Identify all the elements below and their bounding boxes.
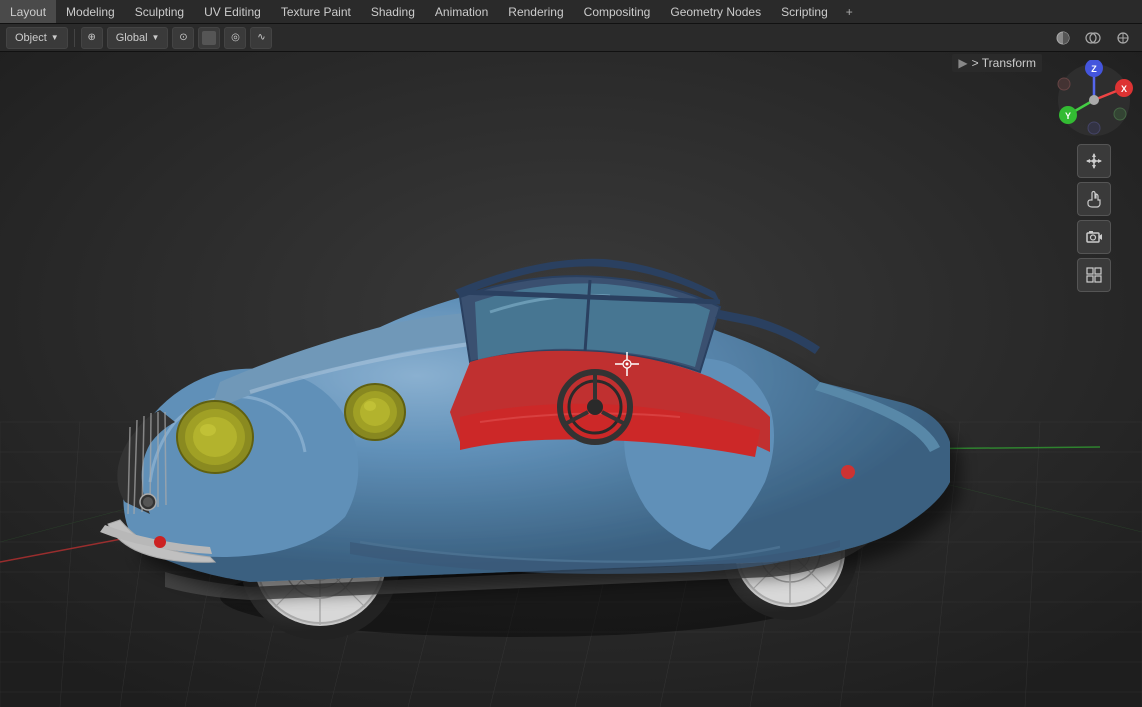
object-mode-selector[interactable]: Object ▼ xyxy=(6,27,68,49)
quad-view-button[interactable] xyxy=(1077,258,1111,292)
proportional-falloff[interactable]: ∿ xyxy=(250,27,272,49)
top-menu-bar: Layout Modeling Sculpting UV Editing Tex… xyxy=(0,0,1142,24)
camera-icon xyxy=(1085,228,1103,246)
magnet-icon: ⊙ xyxy=(179,32,187,43)
snap-options-icon xyxy=(202,31,216,45)
menu-item-shading[interactable]: Shading xyxy=(361,0,425,23)
svg-text:Y: Y xyxy=(1065,111,1071,121)
chevron-down-icon-2: ▼ xyxy=(152,33,160,42)
menu-item-sculpting[interactable]: Sculpting xyxy=(125,0,194,23)
transform-pivot-button[interactable]: ⊕ xyxy=(81,27,103,49)
3d-viewport[interactable]: ▶ > Transform Z X Y xyxy=(0,52,1142,707)
menu-item-texture-paint[interactable]: Texture Paint xyxy=(271,0,361,23)
camera-tool-button[interactable] xyxy=(1077,220,1111,254)
navigation-gizmo[interactable]: Z X Y xyxy=(1054,60,1134,140)
right-panel: Z X Y xyxy=(1054,60,1134,292)
snap-options[interactable] xyxy=(198,27,220,49)
toolbar-separator-1 xyxy=(74,29,75,47)
transform-orientation-selector[interactable]: Global ▼ xyxy=(107,27,169,49)
menu-item-geometry-nodes[interactable]: Geometry Nodes xyxy=(660,0,771,23)
menu-item-scripting[interactable]: Scripting xyxy=(771,0,838,23)
hand-icon xyxy=(1085,190,1103,208)
overlay-icon xyxy=(1085,30,1101,46)
overlay-button[interactable] xyxy=(1080,27,1106,49)
gizmo-icon xyxy=(1115,30,1131,46)
pivot-icon: ⊕ xyxy=(88,32,96,43)
move-icon xyxy=(1085,152,1103,170)
menu-item-modeling[interactable]: Modeling xyxy=(56,0,125,23)
transform-chevron-icon: ▶ xyxy=(958,56,967,70)
move-tool-button[interactable] xyxy=(1077,144,1111,178)
menu-item-layout[interactable]: Layout xyxy=(0,0,56,23)
shading-icon xyxy=(1055,30,1071,46)
proportional-editing-toggle[interactable]: ◎ xyxy=(224,27,246,49)
header-right-controls xyxy=(1050,27,1136,49)
snapping-toggle[interactable]: ⊙ xyxy=(172,27,194,49)
svg-text:X: X xyxy=(1121,84,1127,94)
menu-item-animation[interactable]: Animation xyxy=(425,0,498,23)
chevron-down-icon: ▼ xyxy=(51,33,59,42)
menu-item-compositing[interactable]: Compositing xyxy=(574,0,661,23)
header-toolbar: Object ▼ ⊕ Global ▼ ⊙ ◎ ∿ xyxy=(0,24,1142,52)
proportional-icon: ◎ xyxy=(231,32,240,43)
menu-item-rendering[interactable]: Rendering xyxy=(498,0,573,23)
svg-text:Z: Z xyxy=(1091,64,1097,74)
quad-view-icon xyxy=(1085,266,1103,284)
gizmo-button[interactable] xyxy=(1110,27,1136,49)
viewport-shading-button[interactable] xyxy=(1050,27,1076,49)
add-workspace-button[interactable]: + xyxy=(838,0,861,23)
falloff-icon: ∿ xyxy=(257,32,265,43)
transform-panel-label[interactable]: ▶ > Transform xyxy=(952,54,1042,72)
menu-item-uv-editing[interactable]: UV Editing xyxy=(194,0,271,23)
viewport-scene xyxy=(0,52,1142,707)
pan-tool-button[interactable] xyxy=(1077,182,1111,216)
